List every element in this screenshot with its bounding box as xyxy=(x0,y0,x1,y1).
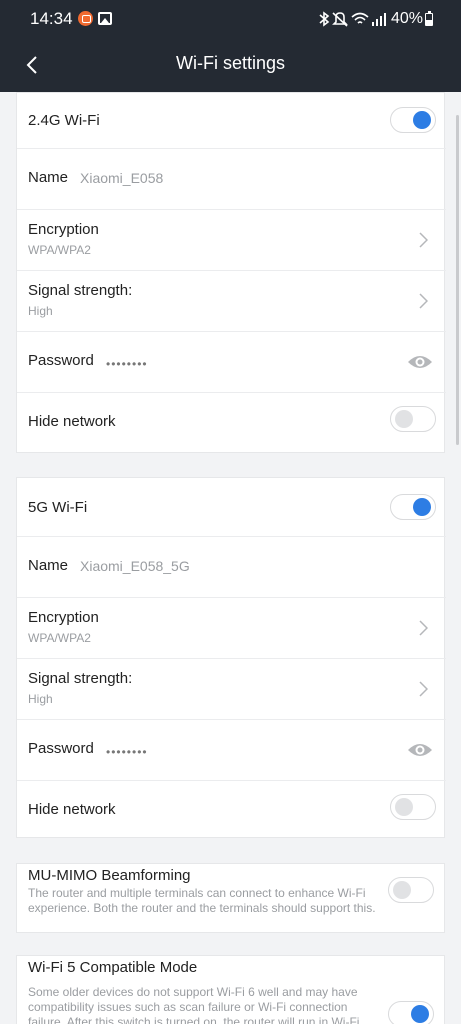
signal-label: Signal strength: xyxy=(28,670,133,687)
wifi5-title: Wi-Fi 5 Compatible Mode xyxy=(28,959,198,976)
app-header: Wi-Fi settings xyxy=(0,38,461,92)
status-time: 14:34 xyxy=(30,9,73,28)
band-24-password-row[interactable]: Password •••••••• xyxy=(17,332,446,393)
band-5-card: 5G Wi-Fi Name Xiaomi_E058_5G Encryption … xyxy=(16,477,446,839)
scrollbar[interactable] xyxy=(456,115,459,445)
encryption-label: Encryption xyxy=(28,609,99,626)
band-5-hide-toggle[interactable] xyxy=(390,794,436,820)
mumimo-description: The router and multiple terminals can co… xyxy=(28,886,376,915)
toggle-knob xyxy=(395,798,413,816)
band-24-encryption-row[interactable]: Encryption WPA/WPA2 xyxy=(17,210,446,271)
band-5-toggle[interactable] xyxy=(390,494,436,520)
toggle-knob xyxy=(413,498,431,516)
signal-label: Signal strength: xyxy=(28,282,133,299)
chevron-right-icon xyxy=(419,620,428,636)
band-5-title: 5G Wi-Fi xyxy=(28,499,88,516)
password-label: Password xyxy=(28,740,94,757)
eye-icon[interactable] xyxy=(407,353,433,371)
band-24-hide-toggle[interactable] xyxy=(390,406,436,432)
encryption-value: WPA/WPA2 xyxy=(28,243,91,257)
band-5-name-row[interactable]: Name Xiaomi_E058_5G xyxy=(17,537,446,598)
band-5-encryption-row[interactable]: Encryption WPA/WPA2 xyxy=(17,598,446,659)
chevron-right-icon xyxy=(419,232,428,248)
chevron-right-icon xyxy=(419,681,428,697)
band-24-toggle[interactable] xyxy=(390,107,436,133)
eye-icon[interactable] xyxy=(407,741,433,759)
battery-percent: 40% xyxy=(390,10,423,27)
encryption-value: WPA/WPA2 xyxy=(28,631,91,645)
app-notification-icon xyxy=(78,11,93,26)
hide-network-label: Hide network xyxy=(28,801,116,818)
band-24-name-row[interactable]: Name Xiaomi_E058 xyxy=(17,149,446,210)
password-label: Password xyxy=(28,352,94,369)
battery-icon xyxy=(425,11,433,26)
band-24-title: 2.4G Wi-Fi xyxy=(28,112,100,129)
toggle-knob xyxy=(395,410,413,428)
network-name-value[interactable]: Xiaomi_E058 xyxy=(80,170,163,186)
band-24-signal-row[interactable]: Signal strength: High xyxy=(17,271,446,332)
toggle-knob xyxy=(411,1005,429,1023)
chevron-right-icon xyxy=(419,293,428,309)
band-24-hide-row: Hide network xyxy=(17,393,446,454)
band-5-hide-row: Hide network xyxy=(17,781,446,839)
signal-value: High xyxy=(28,692,53,706)
band-24-header-row: 2.4G Wi-Fi xyxy=(17,93,446,149)
network-name-value[interactable]: Xiaomi_E058_5G xyxy=(80,558,190,574)
toggle-knob xyxy=(393,881,411,899)
wifi5-toggle[interactable] xyxy=(388,1001,434,1024)
signal-icon xyxy=(372,13,386,26)
toggle-knob xyxy=(413,111,431,129)
page-title: Wi-Fi settings xyxy=(175,53,285,73)
status-bar: 14:34 40% xyxy=(0,0,461,38)
mumimo-toggle[interactable] xyxy=(388,877,434,903)
band-5-header-row: 5G Wi-Fi xyxy=(17,478,446,537)
band-5-password-row[interactable]: Password •••••••• xyxy=(17,720,446,781)
name-label: Name xyxy=(28,169,69,186)
hide-network-label: Hide network xyxy=(28,413,116,430)
mute-icon xyxy=(332,12,348,27)
mumimo-card: MU-MIMO Beamforming The router and multi… xyxy=(16,863,445,933)
wifi5-card: Wi-Fi 5 Compatible Mode Some older devic… xyxy=(16,955,445,1024)
password-value[interactable]: •••••••• xyxy=(106,357,148,371)
mumimo-title: MU-MIMO Beamforming xyxy=(28,867,191,884)
bluetooth-icon xyxy=(319,11,330,27)
password-value[interactable]: •••••••• xyxy=(106,745,148,759)
name-label: Name xyxy=(28,557,69,574)
band-24-card: 2.4G Wi-Fi Name Xiaomi_E058 Encryption W… xyxy=(16,92,446,454)
band-5-signal-row[interactable]: Signal strength: High xyxy=(17,659,446,720)
image-notification-icon xyxy=(98,12,112,25)
wifi-icon xyxy=(351,12,369,24)
wifi5-description: Some older devices do not support Wi-Fi … xyxy=(28,985,360,1024)
encryption-label: Encryption xyxy=(28,221,99,238)
signal-value: High xyxy=(28,304,53,318)
